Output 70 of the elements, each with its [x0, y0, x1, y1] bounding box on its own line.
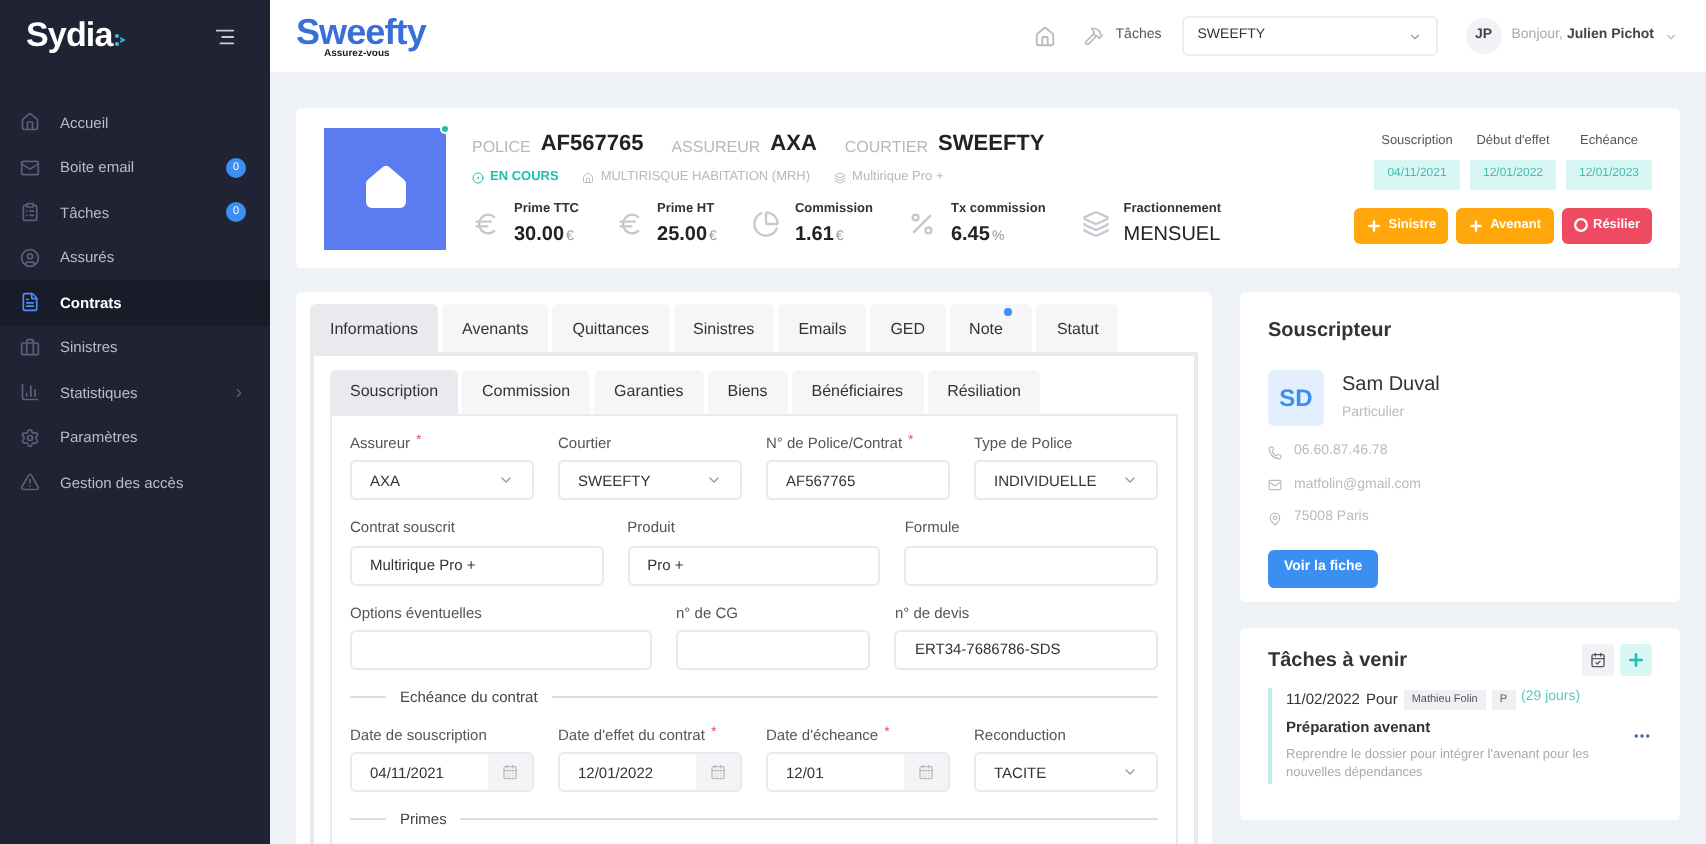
calendar-icon	[1590, 652, 1606, 668]
policy-field-value: SWEEFTY	[938, 129, 1045, 159]
status-icon	[472, 171, 484, 184]
brand-logo: Sydia	[26, 14, 113, 59]
policy-field-value: AXA	[770, 129, 817, 159]
euro-icon	[615, 210, 644, 239]
map-pin-icon	[1268, 511, 1282, 526]
calendar-icon	[918, 764, 934, 781]
tab[interactable]: Sinistres	[673, 304, 775, 352]
house-icon	[361, 164, 409, 212]
warning-icon	[20, 472, 40, 493]
phone-icon	[1268, 445, 1282, 460]
tab[interactable]: Informations	[310, 304, 439, 352]
plus-icon	[1468, 217, 1485, 234]
policy-field-label: ASSUREUR	[671, 136, 761, 160]
house-icon	[582, 171, 595, 184]
plus-icon	[1626, 650, 1646, 670]
layers-icon	[834, 171, 847, 184]
input-field[interactable]	[904, 545, 1158, 585]
stat-value: 30.00	[514, 221, 565, 249]
subtab[interactable]: Commission	[462, 370, 591, 414]
company-logo: Sweefty	[296, 13, 426, 49]
home-icon[interactable]	[1033, 25, 1056, 47]
chevron-down-icon	[1407, 29, 1422, 43]
subtab[interactable]: Résiliation	[927, 370, 1041, 414]
hammer-icon	[1083, 26, 1104, 46]
briefcase-icon	[20, 337, 40, 358]
layers-icon	[1081, 210, 1110, 239]
percent-icon	[908, 210, 937, 239]
subscriber-name: Sam Duval	[1342, 372, 1440, 400]
bar-chart-icon	[20, 382, 40, 403]
subtab[interactable]: Souscription	[330, 370, 459, 414]
input-field[interactable]	[350, 629, 653, 670]
euro-icon	[472, 210, 500, 239]
plus-icon	[1366, 217, 1383, 234]
tab[interactable]: Statut	[1036, 304, 1119, 352]
circle-icon	[1573, 218, 1587, 233]
tab[interactable]: Note	[949, 304, 1033, 352]
calendar-icon	[710, 764, 726, 781]
tab[interactable]: Avenants	[442, 304, 549, 352]
stat-value: 6.45	[950, 221, 990, 249]
calendar-button[interactable]	[1582, 644, 1614, 676]
pie-chart-icon	[752, 210, 781, 239]
policy-field-value: AF567765	[540, 129, 644, 159]
settings-icon	[20, 427, 40, 448]
home-icon	[20, 112, 40, 133]
input-field[interactable]	[676, 629, 871, 670]
mail-icon	[1268, 478, 1282, 493]
calendar-icon	[502, 764, 518, 781]
subtab[interactable]: Bénéficiaires	[791, 370, 924, 414]
dots-arrow-icon	[114, 32, 127, 48]
subtab[interactable]: Biens	[707, 370, 788, 414]
subtab[interactable]: Garanties	[594, 370, 704, 414]
stat-value: 1.61	[794, 221, 834, 249]
card-title: Souscripteur	[1268, 318, 1394, 346]
mail-icon	[20, 157, 40, 178]
card-title: Tâches à venir	[1268, 647, 1409, 675]
stat-value: 25.00	[657, 221, 708, 249]
user-icon	[20, 247, 40, 268]
document-icon	[20, 292, 40, 313]
tab[interactable]: Quittances	[552, 304, 669, 352]
policy-field-label: COURTIER	[844, 136, 929, 160]
clipboard-icon	[20, 202, 40, 223]
tab[interactable]: Emails	[778, 304, 867, 352]
stat-value: MENSUEL	[1123, 221, 1221, 249]
subscriber-avatar: SD	[1268, 370, 1324, 426]
menu-icon[interactable]	[214, 25, 236, 47]
policy-field-label: POLICE	[472, 136, 531, 160]
chevron-down-icon[interactable]	[1664, 29, 1678, 43]
tab[interactable]: GED	[870, 304, 946, 352]
